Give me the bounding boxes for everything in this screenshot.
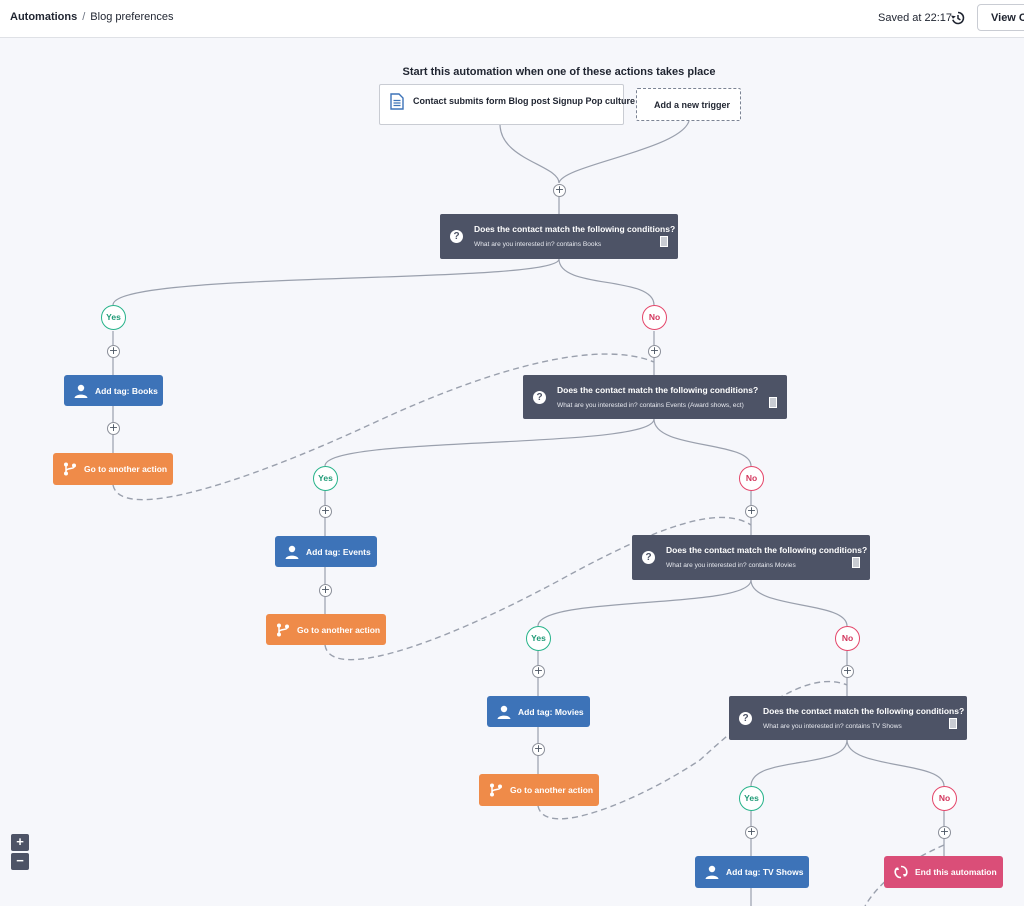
zoom-out-button[interactable]: − bbox=[11, 853, 29, 870]
condition-books[interactable]: ? Does the contact match the following c… bbox=[440, 214, 678, 259]
no-branch-badge: No bbox=[739, 466, 764, 491]
add-step-button[interactable]: + bbox=[841, 665, 854, 678]
add-step-button[interactable]: + bbox=[938, 826, 951, 839]
add-tag-events-action[interactable]: Add tag: Events bbox=[275, 536, 377, 567]
add-step-button[interactable]: + bbox=[107, 422, 120, 435]
condition-handle-icon bbox=[852, 557, 860, 568]
add-step-button[interactable]: + bbox=[648, 345, 661, 358]
action-label: Go to another action bbox=[84, 464, 168, 474]
action-label: End this automation bbox=[915, 867, 997, 877]
condition-movies[interactable]: ? Does the contact match the following c… bbox=[632, 535, 870, 580]
go-to-action-step[interactable]: Go to another action bbox=[53, 453, 173, 485]
trigger-form-submit[interactable]: Contact submits form Blog post Signup Po… bbox=[379, 84, 635, 125]
add-tag-books-action[interactable]: Add tag: Books bbox=[64, 375, 163, 406]
branch-icon bbox=[490, 783, 502, 797]
add-tag-movies-action[interactable]: Add tag: Movies bbox=[487, 696, 590, 727]
condition-handle-icon bbox=[769, 397, 777, 408]
user-icon bbox=[285, 545, 299, 559]
question-icon: ? bbox=[450, 230, 463, 243]
add-trigger-button[interactable]: Add a new trigger bbox=[636, 88, 741, 121]
form-document-icon bbox=[390, 93, 404, 110]
condition-title: Does the contact match the following con… bbox=[763, 706, 965, 716]
yes-branch-badge: Yes bbox=[313, 466, 338, 491]
add-step-button[interactable]: + bbox=[553, 184, 566, 197]
yes-branch-badge: Yes bbox=[739, 786, 764, 811]
add-step-button[interactable]: + bbox=[319, 584, 332, 597]
add-step-button[interactable]: + bbox=[532, 665, 545, 678]
condition-detail: What are you interested in? contains Mov… bbox=[666, 562, 796, 569]
add-tag-tv-shows-action[interactable]: Add tag: TV Shows bbox=[695, 856, 809, 888]
action-label: Go to another action bbox=[510, 785, 594, 795]
condition-events[interactable]: ? Does the contact match the following c… bbox=[523, 375, 787, 419]
no-branch-badge: No bbox=[932, 786, 957, 811]
condition-title: Does the contact match the following con… bbox=[474, 224, 676, 234]
go-to-action-step[interactable]: Go to another action bbox=[266, 614, 386, 645]
user-icon bbox=[497, 705, 511, 719]
question-icon: ? bbox=[533, 391, 546, 404]
user-icon bbox=[74, 384, 88, 398]
add-trigger-label: Add a new trigger bbox=[654, 100, 731, 110]
zoom-in-button[interactable]: + bbox=[11, 834, 29, 851]
user-icon bbox=[705, 865, 719, 879]
add-step-button[interactable]: + bbox=[745, 505, 758, 518]
condition-handle-icon bbox=[660, 236, 668, 247]
end-flow-icon bbox=[894, 865, 908, 879]
no-branch-badge: No bbox=[835, 626, 860, 651]
branch-icon bbox=[64, 462, 76, 476]
condition-title: Does the contact match the following con… bbox=[557, 385, 759, 395]
condition-tv-shows[interactable]: ? Does the contact match the following c… bbox=[729, 696, 967, 740]
condition-handle-icon bbox=[949, 718, 957, 729]
condition-title: Does the contact match the following con… bbox=[666, 545, 868, 555]
yes-branch-badge: Yes bbox=[101, 305, 126, 330]
action-label: Add tag: Events bbox=[306, 547, 371, 557]
no-branch-badge: No bbox=[642, 305, 667, 330]
add-step-button[interactable]: + bbox=[319, 505, 332, 518]
action-label: Add tag: Movies bbox=[518, 707, 584, 717]
add-step-button[interactable]: + bbox=[107, 345, 120, 358]
yes-branch-badge: Yes bbox=[526, 626, 551, 651]
go-to-action-step[interactable]: Go to another action bbox=[479, 774, 599, 806]
question-icon: ? bbox=[739, 712, 752, 725]
start-title: Start this automation when one of these … bbox=[402, 66, 716, 78]
action-label: Go to another action bbox=[297, 625, 381, 635]
trigger-label: Contact submits form Blog post Signup Po… bbox=[413, 96, 635, 106]
condition-detail: What are you interested in? contains TV … bbox=[763, 723, 902, 730]
question-icon: ? bbox=[642, 551, 655, 564]
end-automation-action[interactable]: End this automation bbox=[884, 856, 1003, 888]
add-step-button[interactable]: + bbox=[745, 826, 758, 839]
action-label: Add tag: Books bbox=[95, 386, 158, 396]
condition-detail: What are you interested in? contains Boo… bbox=[474, 241, 602, 248]
add-step-button[interactable]: + bbox=[532, 743, 545, 756]
action-label: Add tag: TV Shows bbox=[726, 867, 804, 877]
condition-detail: What are you interested in? contains Eve… bbox=[557, 402, 744, 409]
branch-icon bbox=[277, 623, 289, 637]
